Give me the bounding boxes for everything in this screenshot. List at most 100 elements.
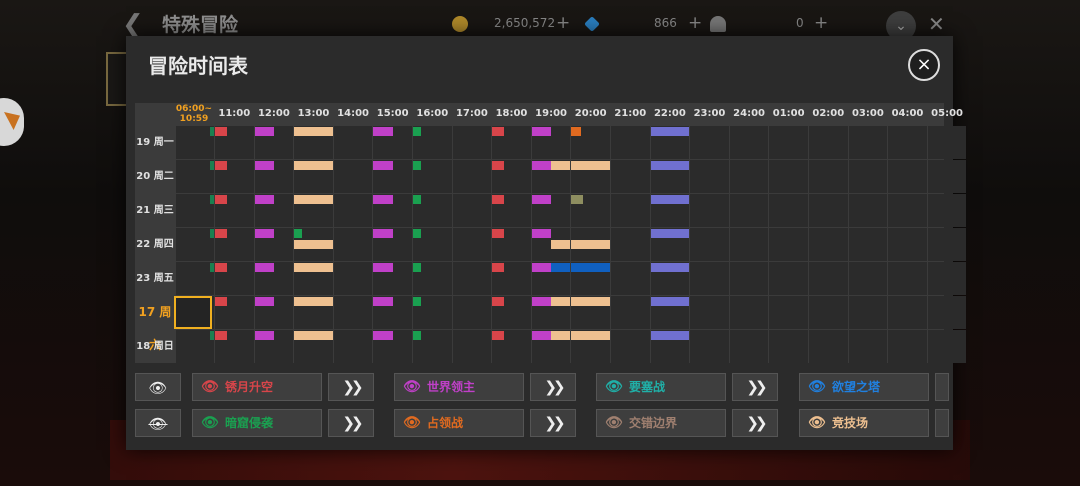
event-bar[interactable]: [215, 195, 227, 204]
event-bar[interactable]: [254, 161, 274, 170]
event-bar[interactable]: [492, 331, 504, 340]
event-bar[interactable]: [531, 297, 552, 306]
event-bar[interactable]: [492, 297, 504, 306]
event-bar[interactable]: [373, 331, 393, 340]
event-bar[interactable]: [294, 297, 333, 306]
event-bar[interactable]: [413, 161, 421, 170]
go-arrow-icon[interactable]: ❯❯: [530, 409, 576, 437]
event-bar[interactable]: [215, 161, 227, 170]
event-bar[interactable]: [650, 297, 690, 306]
event-bar[interactable]: [294, 263, 333, 272]
event-bar[interactable]: [531, 195, 552, 204]
legend-item[interactable]: 👁 竞技场: [799, 409, 929, 437]
event-bar[interactable]: [571, 195, 583, 204]
event-bar[interactable]: [294, 331, 333, 340]
event-bar[interactable]: [294, 195, 333, 204]
legend-item[interactable]: 👁 世界领主: [394, 373, 524, 401]
legend-item[interactable]: 👁 暗窟侵袭: [192, 409, 322, 437]
event-bar[interactable]: [492, 161, 504, 170]
event-bar[interactable]: [254, 331, 274, 340]
event-bar[interactable]: [254, 263, 274, 272]
event-bar[interactable]: [294, 127, 333, 136]
event-bar[interactable]: [210, 263, 214, 272]
event-bar[interactable]: [254, 229, 274, 238]
event-bar[interactable]: [294, 240, 333, 249]
event-bar[interactable]: [531, 127, 552, 136]
event-bar[interactable]: [210, 161, 214, 170]
event-bar[interactable]: [413, 331, 421, 340]
event-bar[interactable]: [373, 195, 393, 204]
add-ticket-button[interactable]: +: [814, 13, 828, 33]
event-bar[interactable]: [531, 331, 552, 340]
go-arrow-icon[interactable]: ❯❯: [328, 373, 374, 401]
go-arrow-icon[interactable]: ❯❯: [328, 409, 374, 437]
close-button[interactable]: ×: [908, 49, 940, 81]
event-bar[interactable]: [650, 263, 690, 272]
legend-item[interactable]: 👁 要塞战: [596, 373, 726, 401]
event-bar[interactable]: [492, 229, 504, 238]
event-bar[interactable]: [215, 331, 227, 340]
event-bar[interactable]: [531, 229, 552, 238]
event-bar[interactable]: [373, 263, 393, 272]
legend-item[interactable]: 👁 欲望之塔: [799, 373, 929, 401]
event-bar[interactable]: [210, 229, 214, 238]
event-bar[interactable]: [413, 229, 421, 238]
go-arrow-icon[interactable]: ❯❯: [732, 373, 778, 401]
next-arrow-stub[interactable]: [935, 373, 949, 401]
event-bar[interactable]: [650, 195, 690, 204]
event-bar[interactable]: [551, 240, 571, 249]
next-arrow-stub[interactable]: [935, 409, 949, 437]
event-bar[interactable]: [413, 297, 421, 306]
event-bar[interactable]: [215, 127, 227, 136]
event-bar[interactable]: [373, 229, 393, 238]
exit-icon[interactable]: ✕: [928, 12, 945, 36]
event-bar[interactable]: [413, 195, 421, 204]
legend-item[interactable]: 👁 交错边界: [596, 409, 726, 437]
legend-item[interactable]: 👁 占领战: [394, 409, 524, 437]
hide-all-eye-off-icon[interactable]: 👁: [135, 409, 181, 437]
event-bar[interactable]: [294, 229, 302, 238]
event-bar[interactable]: [551, 297, 571, 306]
today-selection-box[interactable]: [174, 296, 212, 329]
event-bar[interactable]: [650, 161, 690, 170]
event-bar[interactable]: [551, 263, 571, 272]
event-bar[interactable]: [215, 229, 227, 238]
event-bar[interactable]: [254, 127, 274, 136]
event-bar[interactable]: [254, 195, 274, 204]
show-all-eye-icon[interactable]: 👁: [135, 373, 181, 401]
event-bar[interactable]: [571, 240, 610, 249]
event-bar[interactable]: [571, 297, 610, 306]
event-bar[interactable]: [650, 229, 690, 238]
event-bar[interactable]: [210, 331, 214, 340]
event-bar[interactable]: [531, 161, 552, 170]
event-bar[interactable]: [373, 161, 393, 170]
legend-item[interactable]: 👁 锈月升空: [192, 373, 322, 401]
add-gem-button[interactable]: +: [688, 13, 702, 33]
event-bar[interactable]: [650, 331, 690, 340]
event-bar[interactable]: [492, 127, 504, 136]
event-bar[interactable]: [650, 127, 690, 136]
event-bar[interactable]: [294, 161, 333, 170]
event-bar[interactable]: [571, 263, 610, 272]
event-bar[interactable]: [215, 263, 227, 272]
event-bar[interactable]: [492, 195, 504, 204]
event-bar[interactable]: [571, 331, 610, 340]
event-bar[interactable]: [531, 263, 552, 272]
event-bar[interactable]: [413, 127, 421, 136]
event-bar[interactable]: [571, 127, 582, 136]
event-bar[interactable]: [373, 127, 393, 136]
add-gold-button[interactable]: +: [556, 13, 570, 33]
back-icon[interactable]: ❮: [122, 12, 152, 38]
event-bar[interactable]: [492, 263, 504, 272]
event-bar[interactable]: [210, 127, 214, 136]
go-arrow-icon[interactable]: ❯❯: [732, 409, 778, 437]
event-bar[interactable]: [551, 161, 571, 170]
event-bar[interactable]: [210, 195, 214, 204]
event-bar[interactable]: [413, 263, 421, 272]
event-bar[interactable]: [571, 161, 610, 170]
event-bar[interactable]: [373, 297, 393, 306]
event-bar[interactable]: [551, 331, 571, 340]
event-bar[interactable]: [254, 297, 274, 306]
event-bar[interactable]: [215, 297, 227, 306]
go-arrow-icon[interactable]: ❯❯: [530, 373, 576, 401]
